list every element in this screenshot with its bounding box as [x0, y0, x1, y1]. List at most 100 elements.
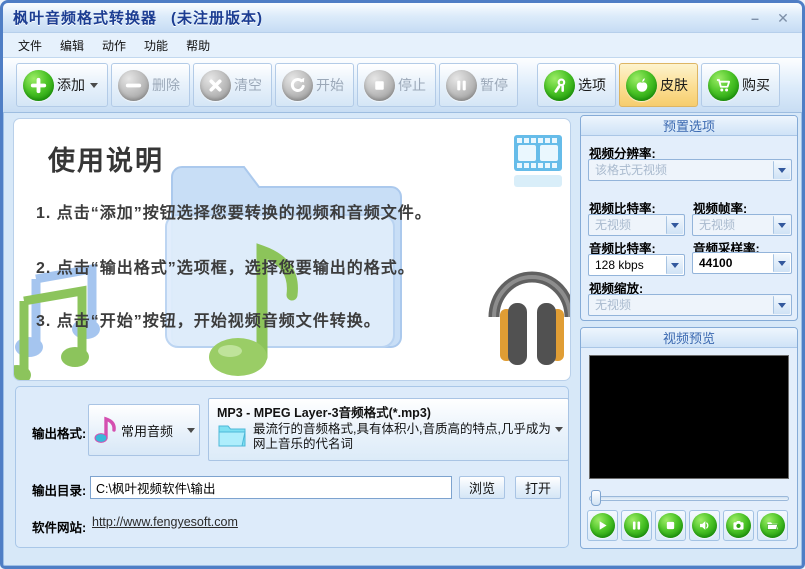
cyan-folder-icon [218, 425, 246, 447]
window-title: 枫叶音频格式转换器 [13, 10, 158, 27]
menu-file[interactable]: 文件 [9, 34, 51, 57]
website-label: 软件网站: [32, 521, 87, 535]
dropdown-arrow-icon[interactable] [773, 296, 790, 314]
stop-square-icon [364, 69, 395, 101]
volume-button[interactable] [689, 510, 720, 541]
buy-button[interactable]: 购买 [701, 63, 780, 107]
apple-icon [626, 69, 657, 101]
output-dir-input[interactable] [90, 476, 452, 499]
pause-bars-icon [446, 69, 477, 101]
cross-icon [200, 69, 231, 101]
camera-icon [726, 513, 751, 538]
audio-bitrate-value: 128 kbps [595, 258, 644, 272]
output-settings-panel: 输出格式: 常用音频 MP3 - MPEG Layer-3音频格式(*.mp3)… [15, 386, 569, 548]
menu-function[interactable]: 功能 [135, 34, 177, 57]
menu-edit[interactable]: 编辑 [51, 34, 93, 57]
plus-icon [23, 69, 54, 101]
format-title: MP3 - MPEG Layer-3音频格式(*.mp3) [217, 406, 431, 420]
clear-button[interactable]: 清空 [193, 63, 272, 107]
audio-samplerate-value: 44100 [699, 256, 733, 270]
minimize-icon[interactable]: – [746, 9, 764, 27]
chevron-down-icon [555, 427, 563, 432]
output-dir-label: 输出目录: [32, 484, 87, 498]
stop-button-label: 停止 [398, 77, 426, 93]
stop-button[interactable]: 停止 [357, 63, 436, 107]
seek-slider[interactable] [589, 490, 789, 506]
format-category-value: 常用音频 [121, 423, 174, 439]
stop-playback-button[interactable] [655, 510, 686, 541]
video-resolution-select[interactable]: 该格式无视频 [588, 159, 792, 181]
title-bar: 枫叶音频格式转换器 (未注册版本) – ✕ [3, 3, 802, 33]
dropdown-arrow-icon[interactable] [773, 216, 790, 234]
seek-slider-track[interactable] [589, 496, 789, 501]
options-button-label: 选项 [578, 77, 606, 93]
dropdown-arrow-icon[interactable] [773, 254, 790, 272]
menu-help[interactable]: 帮助 [177, 34, 219, 57]
start-button[interactable]: 开始 [275, 63, 354, 107]
delete-button[interactable]: 删除 [111, 63, 190, 107]
stop-icon [658, 513, 683, 538]
video-framerate-select[interactable]: 无视频 [692, 214, 792, 236]
instruction-step-3: 3. 点击“开始”按钮，开始视频音频文件转换。 [36, 313, 381, 330]
restart-arrow-icon [282, 69, 313, 101]
dropdown-arrow-icon[interactable] [773, 161, 790, 179]
start-button-label: 开始 [316, 77, 344, 93]
instruction-step-1: 1. 点击“添加”按钮选择您要转换的视频和音频文件。 [36, 205, 432, 222]
instruction-step-2: 2. 点击“输出格式”选项框，选择您要输出的格式。 [36, 260, 415, 277]
video-resolution-value: 该格式无视频 [595, 163, 668, 177]
format-desc-line1: 最流行的音频格式,具有体积小,音质高的特点,几乎成为 [253, 422, 551, 436]
music-note-icon [94, 416, 116, 443]
format-desc-line2: 网上音乐的代名词 [253, 437, 354, 451]
video-preview-title: 视频预览 [581, 328, 797, 348]
video-scale-select[interactable]: 无视频 [588, 294, 792, 316]
website-link[interactable]: http://www.fengyesoft.com [92, 515, 238, 529]
chevron-down-icon [90, 82, 98, 88]
preset-options-panel: 预置选项 视频分辨率: 该格式无视频 视频比特率: 视频帧率: 无视频 无视频 … [580, 115, 798, 321]
menu-bar: 文件 编辑 动作 功能 帮助 [3, 33, 802, 58]
video-scale-value: 无视频 [595, 298, 632, 312]
dropdown-arrow-icon[interactable] [666, 256, 683, 274]
play-button[interactable] [587, 510, 618, 541]
audio-samplerate-select[interactable]: 44100 [692, 252, 792, 274]
video-bitrate-value: 无视频 [595, 218, 632, 232]
tools-icon [544, 69, 575, 101]
close-icon[interactable]: ✕ [774, 9, 792, 27]
pause-playback-button[interactable] [621, 510, 652, 541]
menu-action[interactable]: 动作 [93, 34, 135, 57]
usage-title: 使用说明 [48, 146, 164, 176]
browse-button[interactable]: 浏览 [459, 476, 505, 499]
headphones-graphic-icon [488, 271, 570, 365]
add-button[interactable]: 添加 [16, 63, 108, 107]
preset-options-title: 预置选项 [581, 116, 797, 136]
folder-icon [760, 513, 785, 538]
options-button[interactable]: 选项 [537, 63, 616, 107]
skin-button[interactable]: 皮肤 [619, 63, 698, 107]
clear-button-label: 清空 [234, 77, 262, 93]
delete-button-label: 删除 [152, 77, 180, 93]
snapshot-button[interactable] [723, 510, 754, 541]
dropdown-arrow-icon[interactable] [666, 216, 683, 234]
minus-icon [118, 69, 149, 101]
speaker-icon [692, 513, 717, 538]
format-detail-select[interactable]: MP3 - MPEG Layer-3音频格式(*.mp3) 最流行的音频格式,具… [208, 398, 569, 461]
format-category-select[interactable]: 常用音频 [88, 404, 200, 456]
playback-controls [587, 510, 788, 541]
cart-icon [708, 69, 739, 101]
chevron-down-icon [187, 427, 195, 433]
video-bitrate-select[interactable]: 无视频 [588, 214, 685, 236]
instructions-panel: 使用说明 1. 点击“添加”按钮选择您要转换的视频和音频文件。 2. 点击“输出… [13, 118, 571, 381]
open-button[interactable]: 打开 [515, 476, 561, 499]
app-window: 枫叶音频格式转换器 (未注册版本) – ✕ 文件 编辑 动作 功能 帮助 添加 … [0, 0, 805, 569]
add-button-label: 添加 [57, 77, 85, 93]
buy-button-label: 购买 [742, 77, 770, 93]
pause-button[interactable]: 暂停 [439, 63, 518, 107]
open-folder-button[interactable] [757, 510, 788, 541]
unregistered-badge: (未注册版本) [171, 10, 264, 27]
audio-bitrate-select[interactable]: 128 kbps [588, 254, 685, 276]
pause-button-label: 暂停 [480, 77, 508, 93]
video-preview-screen [589, 355, 789, 479]
skin-button-label: 皮肤 [660, 77, 688, 93]
toolbar: 添加 删除 清空 开始 停止 暂停 选项 皮肤 购买 [3, 58, 802, 113]
play-icon [590, 513, 615, 538]
seek-slider-thumb[interactable] [591, 490, 601, 506]
